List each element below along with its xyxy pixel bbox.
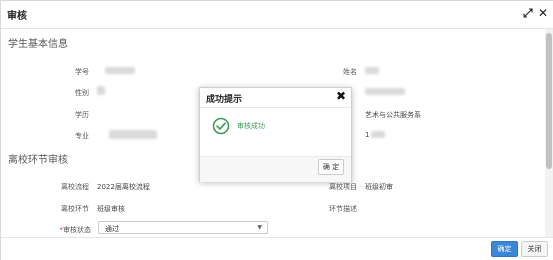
status-select-value: 通过: [105, 225, 119, 233]
close-button[interactable]: 关闭: [521, 241, 548, 257]
dialog-ok-button[interactable]: 确 定: [318, 159, 344, 175]
confirm-button[interactable]: 确定: [491, 241, 518, 257]
status-label: 审核状态: [63, 226, 91, 234]
step-label: 离校环节: [61, 205, 89, 213]
window-title: 审核: [7, 11, 27, 22]
title-bar: 审核 ⤢ ✕: [1, 1, 553, 29]
dialog-header: 成功提示 ✖: [200, 88, 351, 108]
flow-label: 离校流程: [61, 183, 89, 191]
desc-label: 环节描述: [329, 205, 357, 213]
major-label: 专业: [75, 132, 89, 140]
scrollbar-thumb[interactable]: [546, 33, 552, 169]
check-circle-icon: [212, 117, 230, 135]
chevron-down-icon: ▼: [257, 224, 262, 231]
status-select[interactable]: 通过 ▼: [98, 221, 268, 234]
item-value: 班级初审: [365, 183, 393, 191]
flow-value: 2022届离校流程: [97, 183, 150, 191]
name-value: [365, 67, 379, 74]
student-id-label: 学号: [75, 68, 89, 76]
education-label: 学历: [75, 111, 89, 119]
major-value: [109, 130, 157, 139]
dialog-title: 成功提示: [206, 95, 243, 105]
expand-icon[interactable]: ⤢: [523, 6, 533, 20]
section-title-process: 离校环节审核: [8, 155, 68, 166]
audit-window: 审核 ⤢ ✕ 学生基本信息 学号 姓名 性别 学历 艺术与公共服务系 专业 1 …: [0, 0, 553, 260]
item-label: 离校项目: [329, 183, 357, 191]
footer-bar: [1, 237, 553, 260]
grade-value-blur: [371, 131, 385, 138]
status-label-wrap: *审核状态: [47, 225, 92, 235]
success-dialog: 成功提示 ✖ 审核成功 确 定: [199, 87, 352, 182]
name-label: 姓名: [343, 68, 357, 76]
grade-value: 1: [365, 131, 370, 139]
student-id-value: [105, 67, 135, 74]
dialog-message: 审核成功: [237, 122, 265, 130]
gender-label: 性别: [75, 89, 89, 97]
dialog-close-icon[interactable]: ✖: [336, 89, 346, 103]
id-value: [365, 88, 405, 95]
step-value: 班级审核: [97, 205, 125, 213]
section-title-basic: 学生基本信息: [8, 39, 68, 50]
gender-value: [97, 86, 105, 95]
college-value: 艺术与公共服务系: [365, 111, 421, 119]
close-icon[interactable]: ✕: [538, 6, 548, 20]
